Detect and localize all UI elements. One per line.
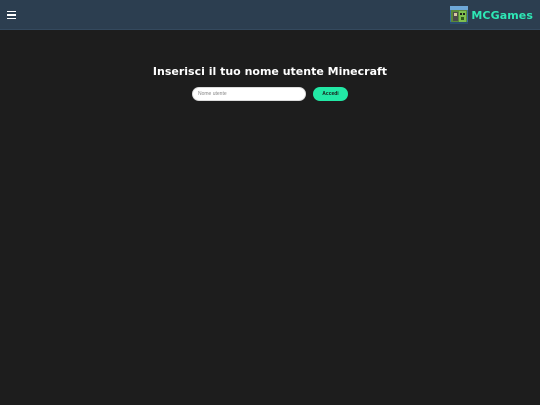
main-content: Inserisci il tuo nome utente Minecraft A… [0,30,540,405]
top-navbar: MCGames [0,0,540,30]
username-input[interactable] [192,87,306,101]
brand-link[interactable]: MCGames [450,6,533,24]
brand-name: MCGames [471,8,533,22]
hamburger-line [7,10,16,13]
hamburger-menu-icon[interactable] [7,8,16,22]
hamburger-line [7,17,16,20]
mcgames-logo-icon [450,6,469,24]
page-title: Inserisci il tuo nome utente Minecraft [152,65,388,78]
login-form: Accedi [192,87,348,101]
hamburger-line [7,14,16,16]
login-button[interactable]: Accedi [313,87,348,101]
